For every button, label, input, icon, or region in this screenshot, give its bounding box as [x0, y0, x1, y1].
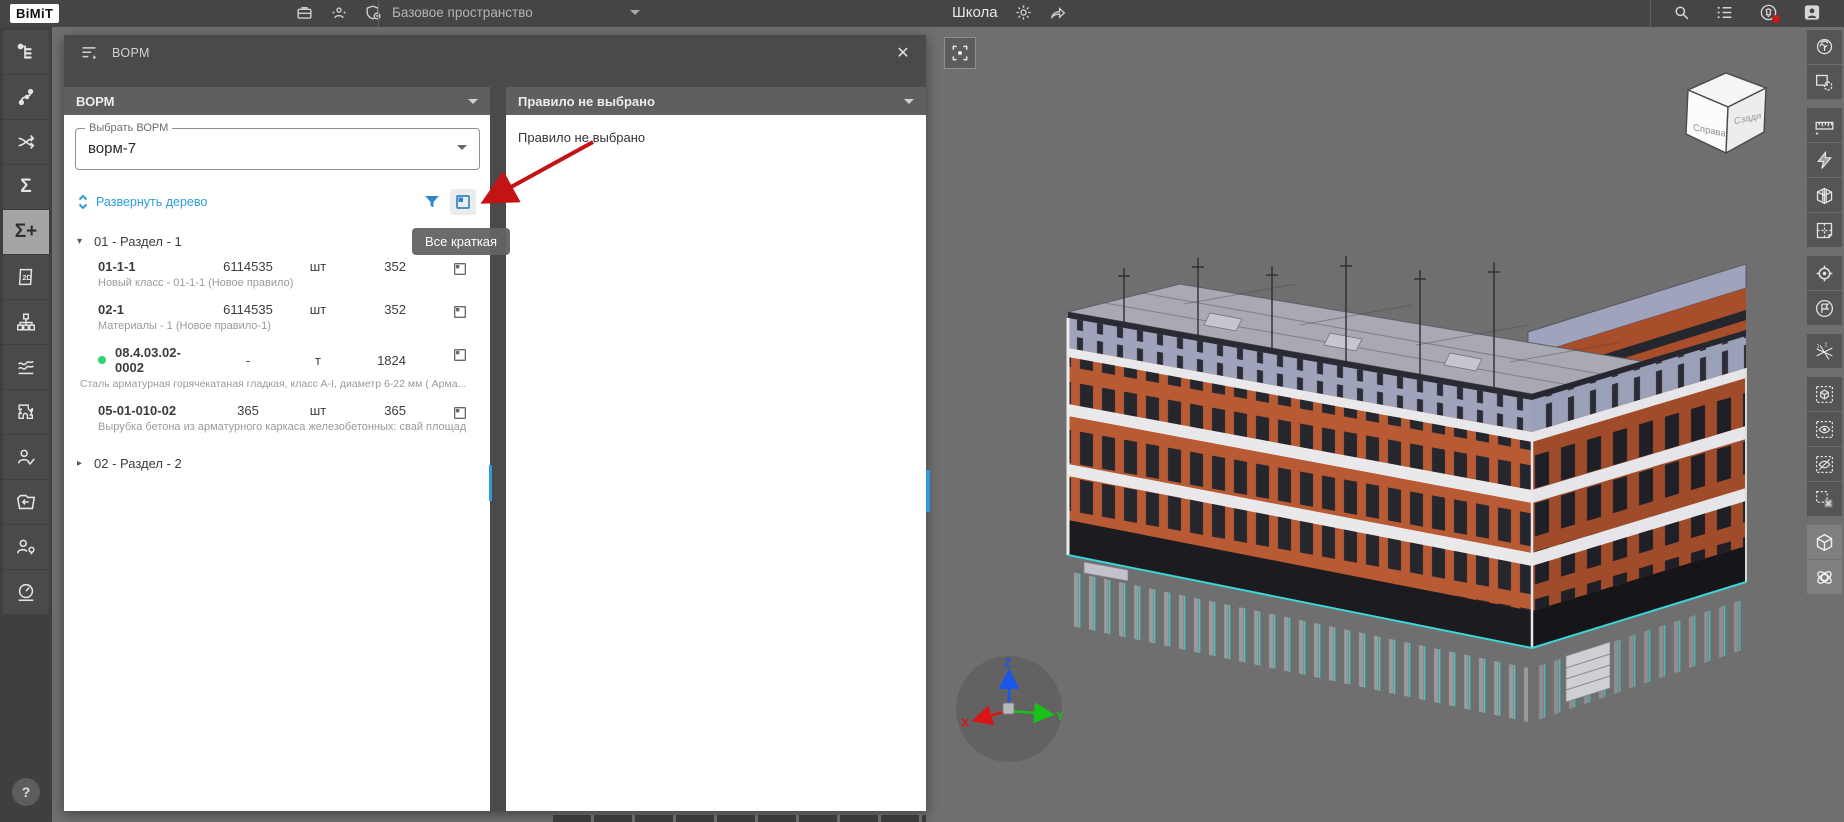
row-view-icon[interactable]: [452, 405, 468, 421]
plugins-tool[interactable]: [3, 390, 49, 434]
tree-row-4[interactable]: 05-01-010-02 365 шт 365 Вырубка бетона и…: [64, 397, 490, 440]
axis-z-label: Z: [1004, 656, 1011, 670]
subpanel-resize-handle[interactable]: [489, 465, 492, 501]
isolate-object-button[interactable]: [1807, 377, 1842, 411]
summary-tool[interactable]: Σ: [3, 165, 49, 209]
tooltip: Все краткая: [412, 228, 511, 255]
background-window-edge: [553, 815, 926, 822]
measure-button[interactable]: [1807, 108, 1842, 142]
notifications-icon[interactable]: [1759, 3, 1780, 23]
axis-gizmo[interactable]: Z Y X: [948, 648, 1070, 770]
vorm-subpanel: ВОРМ Выбрать ВОРМ ворм-7 Развернуть дере…: [64, 87, 490, 811]
share-icon[interactable]: [1048, 3, 1068, 22]
fit-view-button[interactable]: [944, 37, 976, 69]
workspace-caret-icon[interactable]: [630, 10, 640, 20]
collapse-subpanel-icon[interactable]: [904, 98, 914, 109]
project-title: Школа: [952, 4, 998, 21]
axis-y-label: Y: [1056, 709, 1064, 723]
status-dot-green: [98, 356, 106, 364]
floorplan-button[interactable]: [1807, 213, 1842, 247]
collapse-subpanel-icon[interactable]: [468, 98, 478, 109]
shield-time-icon[interactable]: [364, 3, 383, 22]
settings-gear-icon[interactable]: [1014, 3, 1033, 22]
workspace-selector[interactable]: Базовое пространство: [392, 5, 533, 20]
model-tree-tool[interactable]: [3, 30, 49, 74]
environment-tree-button[interactable]: [1807, 30, 1842, 64]
focus-target-button[interactable]: [1807, 256, 1842, 290]
projects-icon[interactable]: [295, 3, 314, 22]
2d-drawings-tool[interactable]: 2D: [3, 255, 49, 299]
grid-axes-button[interactable]: 1 2: [1807, 334, 1842, 368]
tree-row-2[interactable]: 02-1 6114535 шт 352 Материалы - 1 (Новое…: [64, 296, 490, 339]
svg-text:2D: 2D: [22, 273, 31, 282]
svg-text:2: 2: [1825, 342, 1828, 348]
vorm-select[interactable]: Выбрать ВОРМ ворм-7: [75, 122, 480, 170]
panel-title: ВОРМ: [112, 46, 150, 60]
app-logo[interactable]: BiMiT: [10, 4, 60, 23]
annotation-arrow: [480, 140, 594, 204]
account-icon[interactable]: [1802, 3, 1822, 22]
navigation-cube[interactable]: Справа Сзади: [1672, 60, 1782, 165]
clear-selection-button[interactable]: [1807, 482, 1842, 516]
orbit-mode-button[interactable]: [1807, 560, 1842, 594]
svg-text:1: 1: [1817, 344, 1820, 350]
help-button[interactable]: ?: [12, 778, 40, 806]
tree-row-1[interactable]: 01-1-1 6114535 шт 352 Новый класс - 01-1…: [64, 253, 490, 296]
axis-x-label: X: [961, 716, 969, 730]
structure-tool[interactable]: [3, 300, 49, 344]
versions-tool[interactable]: [3, 75, 49, 119]
building-model[interactable]: [1010, 220, 1750, 740]
menu-list-icon[interactable]: [1715, 3, 1735, 22]
top-bar: BiMiT Базовое пространство Школа: [0, 0, 1844, 27]
section-box-button[interactable]: [1807, 178, 1842, 212]
tree-row-3[interactable]: 08.4.03.02-0002 - т 1824 Сталь арматурна…: [64, 339, 490, 397]
view-toolbar: 1 2: [1806, 30, 1843, 595]
filter-icon[interactable]: [423, 193, 441, 211]
panel-menu-icon[interactable]: [80, 45, 98, 61]
vorm-tool-selected[interactable]: Σ+: [3, 210, 49, 254]
panel-resize-handle[interactable]: [926, 470, 930, 512]
tree-section-2[interactable]: ▸ 02 - Раздел - 2: [64, 452, 490, 475]
close-panel-button[interactable]: ✕: [890, 40, 916, 66]
vorm-subpanel-header[interactable]: ВОРМ: [64, 87, 490, 115]
panel-header: ВОРМ ✕: [64, 35, 926, 71]
flag-button[interactable]: [1807, 291, 1842, 325]
row-view-icon[interactable]: [452, 304, 468, 320]
application-window: BiMiT Базовое пространство Школа Σ Σ+ 2D…: [0, 0, 1844, 822]
notification-badge: [1772, 15, 1780, 23]
search-icon[interactable]: [1672, 3, 1691, 22]
export-tool[interactable]: [3, 480, 49, 524]
left-toolbar: Σ Σ+ 2D ?: [0, 27, 52, 822]
caret-down-icon[interactable]: ▾: [77, 236, 87, 247]
rule-subpanel-header[interactable]: Правило не выбрано: [506, 87, 926, 115]
select-similar-button[interactable]: [1807, 65, 1842, 99]
show-objects-button[interactable]: [1807, 412, 1842, 446]
caret-right-icon[interactable]: ▸: [77, 458, 87, 469]
expand-tree-link[interactable]: Развернуть дерево: [77, 195, 207, 209]
vorm-tree: ▾ 01 - Раздел - 1 01-1-1 6114535 шт 352 …: [64, 230, 490, 811]
select-caret-icon[interactable]: [457, 145, 467, 155]
clip-flash-button[interactable]: [1807, 143, 1842, 177]
mapping-tool[interactable]: [3, 120, 49, 164]
row-view-icon[interactable]: [452, 347, 468, 363]
shaded-mode-button[interactable]: [1807, 525, 1842, 559]
row-view-icon[interactable]: [452, 261, 468, 277]
dashboard-tool[interactable]: [3, 570, 49, 614]
charts-tool[interactable]: [3, 345, 49, 389]
view-mode-brief-button[interactable]: [450, 189, 476, 215]
approvals-tool[interactable]: [3, 435, 49, 479]
hide-objects-button[interactable]: [1807, 447, 1842, 481]
site-users-tool[interactable]: [3, 525, 49, 569]
team-icon[interactable]: [329, 3, 349, 22]
